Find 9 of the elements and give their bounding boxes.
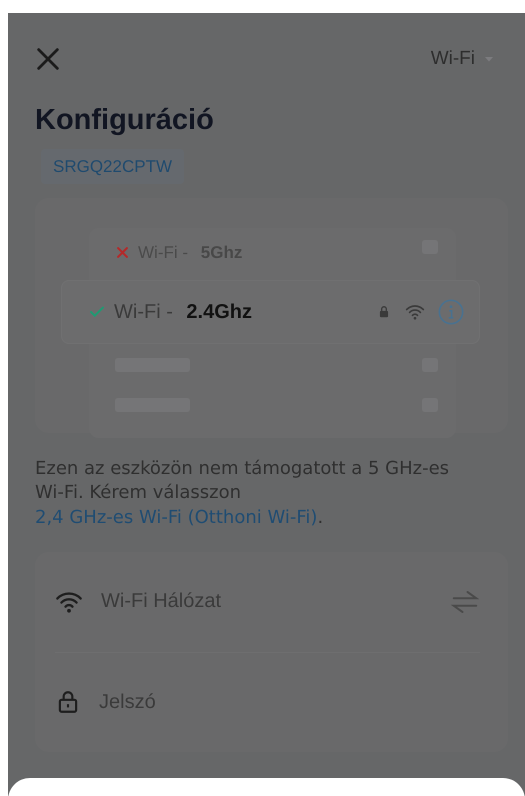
- close-button[interactable]: [34, 45, 62, 73]
- page-title: Konfiguráció: [35, 103, 215, 138]
- lock-icon: [377, 305, 391, 319]
- network-link[interactable]: 2,4 GHz-es Wi-Fi (Otthoni Wi-Fi): [35, 506, 318, 528]
- network-type-label[interactable]: Wi-Fi: [430, 44, 475, 74]
- device-id-tag: SRGQ22CPTW: [41, 148, 184, 184]
- wifi-icon: [405, 302, 425, 322]
- info-icon: [437, 298, 465, 326]
- notice-text: Ezen az eszközön nem támogatott a 5 GHz-es Wi-Fi. Kérem válasszon 2,4 GHz-es Wi-Fi (Otthoni Wi-Fi).: [35, 457, 450, 530]
